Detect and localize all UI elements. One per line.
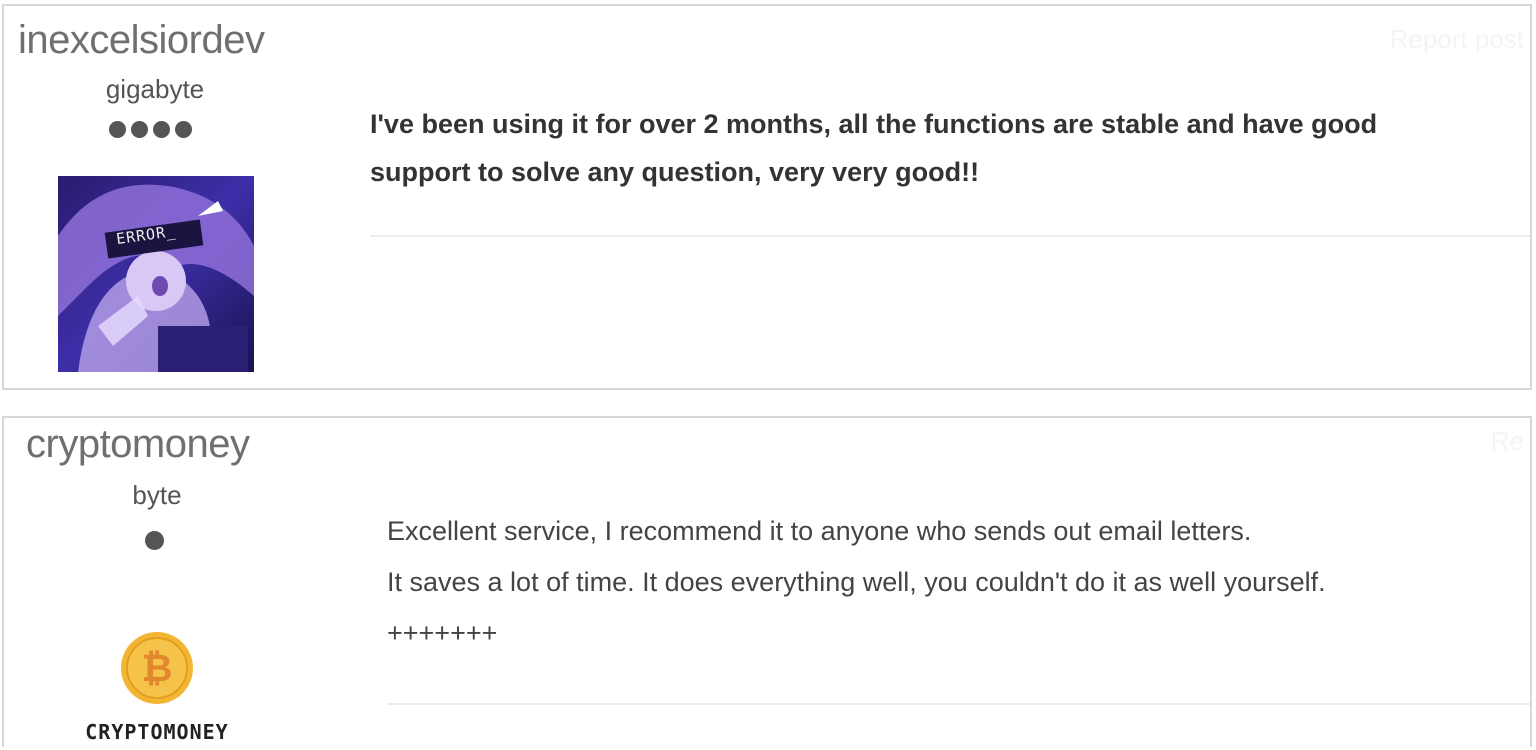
avatar[interactable]: ₿ CRYPTOMONEY	[74, 628, 244, 746]
post-username[interactable]: cryptomoney	[26, 424, 250, 464]
avatar[interactable]: ERROR_	[58, 176, 254, 372]
post-divider	[387, 703, 1530, 705]
message-line: It saves a lot of time. It does everythi…	[387, 567, 1326, 597]
rank-dot	[153, 121, 170, 138]
message-line: I've been using it for over 2 months, al…	[370, 109, 1378, 139]
post-message: I've been using it for over 2 months, al…	[370, 100, 1520, 196]
bitcoin-icon: ₿	[121, 632, 193, 704]
report-link[interactable]: Report post	[1390, 24, 1524, 55]
report-link[interactable]: Re	[1491, 426, 1524, 457]
rank-dot	[145, 531, 164, 550]
svg-text:₿: ₿	[142, 648, 173, 690]
rank-dot	[131, 121, 148, 138]
forum-post: inexcelsiordev gigabyte ERROR_ Report po…	[2, 4, 1532, 390]
rank-dot	[109, 121, 126, 138]
post-divider	[370, 235, 1530, 237]
avatar-text: CRYPTOMONEY	[85, 720, 229, 744]
message-line: Excellent service, I recommend it to any…	[387, 516, 1252, 546]
post-message: Excellent service, I recommend it to any…	[387, 506, 1527, 659]
user-rank: byte	[132, 480, 182, 510]
message-line: support to solve any question, very very…	[370, 157, 980, 187]
message-line: +++++++	[387, 618, 498, 648]
forum-post: cryptomoney byte ₿ CRYPTOMONEY Re Excell…	[2, 416, 1532, 747]
rank-dots	[109, 121, 192, 138]
rank-dots	[145, 531, 164, 550]
post-username[interactable]: inexcelsiordev	[18, 20, 265, 60]
user-rank: gigabyte	[105, 74, 205, 104]
rank-dot	[175, 121, 192, 138]
